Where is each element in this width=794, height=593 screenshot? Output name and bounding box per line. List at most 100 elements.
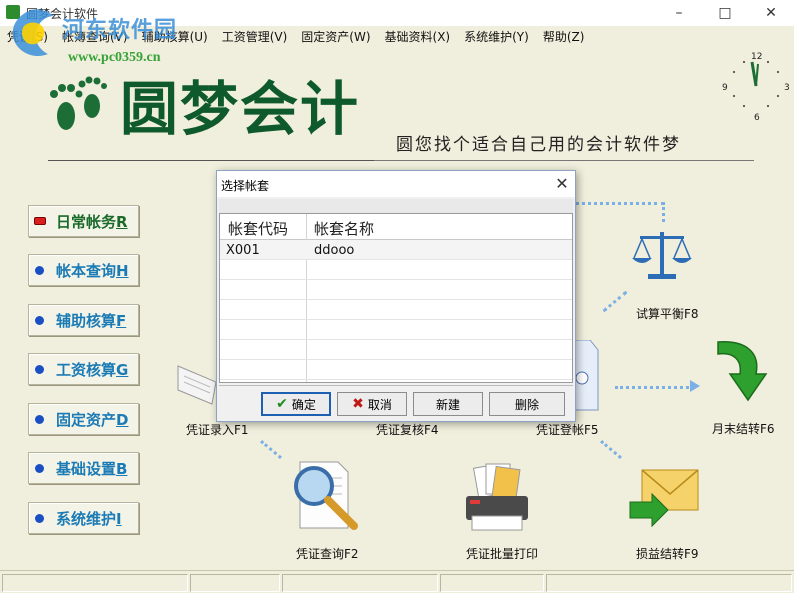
bullet-icon (35, 463, 44, 473)
clock-12: 12 (751, 52, 762, 62)
flow-arrow (615, 386, 695, 390)
footprint-logo-icon (50, 76, 107, 130)
account-set-grid: 帐套代码 帐套名称 X001 ddooo (219, 213, 573, 383)
nav-label: 日常帐务R (56, 212, 128, 231)
trial-balance-label: 试算平衡F8 (636, 307, 699, 321)
menu-basic-data[interactable]: 基础资料(X) (378, 26, 458, 46)
nav-label: 辅助核算F (56, 311, 127, 330)
arrowhead-icon (690, 380, 700, 392)
month-end-label: 月末结转F6 (712, 422, 775, 436)
flow-arrow (260, 439, 282, 460)
nav-aux-accounting-button[interactable]: 辅助核算F (28, 304, 139, 336)
table-row[interactable] (220, 340, 572, 360)
nav-payroll-button[interactable]: 工资核算G (28, 353, 139, 385)
ok-label: 确定 (291, 397, 316, 412)
menu-payroll[interactable]: 工资管理(V) (215, 26, 295, 46)
new-button[interactable]: 新建 (413, 392, 483, 416)
balance-scale-icon[interactable] (630, 226, 694, 282)
dialog-button-bar: ✔ 确定 ✖ 取消 新建 删除 (219, 385, 573, 421)
menu-system[interactable]: 系统维护(Y) (457, 26, 536, 46)
menu-voucher[interactable]: 凭证(S) (0, 26, 55, 46)
dialog-toolbar-strip (219, 199, 573, 213)
cross-icon: ✖ (352, 396, 364, 412)
slogan: 圆您找个适合自己用的会计软件梦 (396, 135, 681, 155)
menu-fixed-assets[interactable]: 固定资产(W) (294, 26, 377, 46)
table-row[interactable] (220, 320, 572, 340)
bullet-icon (35, 265, 44, 275)
dialog-title-bar: 选择帐套 ✕ (217, 171, 575, 197)
ok-button[interactable]: ✔ 确定 (261, 392, 331, 416)
flow-arrow (602, 290, 628, 313)
batch-print-label: 凭证批量打印 (466, 547, 539, 561)
table-row[interactable] (220, 280, 572, 300)
status-cell (546, 574, 792, 592)
column-header-name[interactable]: 帐套名称 (314, 218, 374, 239)
window-title: 圆梦会计软件 (26, 7, 99, 21)
dialog-close-icon[interactable]: ✕ (551, 173, 573, 195)
bullet-icon (35, 513, 44, 523)
menu-bar: 凭证(S) 帐簿查询(V) 辅助核算(U) 工资管理(V) 固定资产(W) 基础… (0, 26, 794, 46)
clock-9: 9 (722, 83, 728, 93)
bullet-icon (35, 414, 44, 424)
magnifier-icon[interactable] (286, 458, 362, 534)
nav-ledger-query-button[interactable]: 帐本查询H (28, 254, 139, 286)
column-header-code[interactable]: 帐套代码 (228, 218, 288, 239)
nav-label: 基础设置B (56, 459, 128, 478)
bullet-icon (35, 315, 44, 325)
voucher-review-label: 凭证复核F4 (376, 423, 439, 437)
status-cell (190, 574, 280, 592)
menu-help[interactable]: 帮助(Z) (536, 26, 592, 46)
select-account-set-dialog: 选择帐套 ✕ 帐套代码 帐套名称 X001 ddooo ✔ 确定 ✖ 取消 新建… (216, 170, 576, 422)
voucher-query-label: 凭证查询F2 (296, 547, 359, 561)
status-cell (282, 574, 438, 592)
nav-fixed-assets-button[interactable]: 固定资产D (28, 403, 139, 435)
table-row[interactable] (220, 300, 572, 320)
clock-3: 3 (784, 83, 790, 93)
table-row[interactable] (220, 260, 572, 280)
nav-system-maintenance-button[interactable]: 系统维护I (28, 502, 139, 534)
close-button[interactable]: ✕ (748, 0, 794, 26)
nav-basic-settings-button[interactable]: 基础设置B (28, 452, 139, 484)
clock-6: 6 (754, 113, 760, 120)
flow-arrow (662, 202, 665, 222)
minimize-button[interactable]: – (656, 0, 702, 26)
maximize-button[interactable]: □ (702, 0, 748, 26)
table-row[interactable] (220, 360, 572, 380)
grid-header: 帐套代码 帐套名称 (220, 214, 572, 240)
title-bar: 圆梦会计软件 – □ ✕ (0, 0, 794, 26)
divider (48, 160, 378, 161)
cancel-label: 取消 (367, 397, 392, 412)
table-row[interactable]: X001 ddooo (220, 240, 572, 260)
printer-icon[interactable] (460, 460, 536, 536)
cell-name: ddooo (314, 243, 355, 258)
logo-text: 圆梦会计 (120, 75, 361, 143)
status-cell (2, 574, 188, 592)
delete-button[interactable]: 删除 (489, 392, 565, 416)
voucher-post-icon[interactable] (574, 340, 600, 412)
flow-arrow (600, 439, 622, 460)
status-cell (440, 574, 544, 592)
voucher-entry-icon[interactable] (176, 356, 218, 408)
menu-ledger-query[interactable]: 帐簿查询(V) (55, 26, 135, 46)
divider (374, 160, 754, 161)
bullet-icon (35, 364, 44, 374)
voucher-entry-label: 凭证录入F1 (186, 423, 249, 437)
nav-label: 帐本查询H (56, 261, 129, 280)
clock: 12 3 6 9 (722, 52, 790, 120)
envelope-icon[interactable] (628, 464, 700, 530)
active-indicator-icon (34, 217, 46, 225)
dialog-title: 选择帐套 (221, 179, 270, 193)
status-bar (0, 570, 794, 593)
voucher-post-label: 凭证登帐F5 (536, 423, 599, 437)
menu-aux-accounting[interactable]: 辅助核算(U) (135, 26, 215, 46)
checkmark-icon: ✔ (276, 396, 288, 412)
profit-loss-label: 损益结转F9 (636, 547, 699, 561)
nav-daily-accounts-button[interactable]: 日常帐务R (28, 205, 139, 237)
nav-label: 系统维护I (56, 509, 122, 528)
app-icon (6, 5, 20, 19)
cancel-button[interactable]: ✖ 取消 (337, 392, 407, 416)
flow-arrow (575, 202, 665, 206)
cell-code: X001 (226, 243, 260, 258)
nav-label: 固定资产D (56, 410, 129, 429)
month-end-arrow-icon[interactable] (708, 336, 768, 402)
